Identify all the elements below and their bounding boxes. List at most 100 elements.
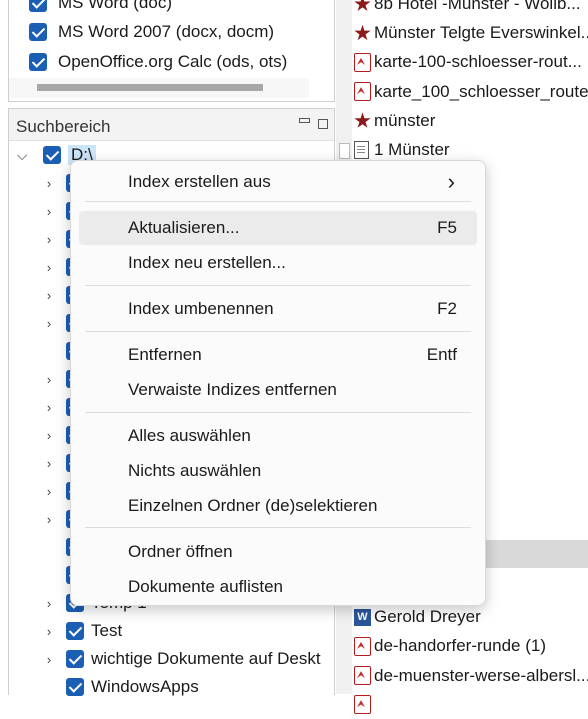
pdf-icon xyxy=(354,52,371,72)
filetype-label: MS Word (doc) xyxy=(58,0,172,12)
result-title: 1 Münster xyxy=(374,140,450,159)
tree-label: WindowsApps xyxy=(91,677,199,696)
filetype-panel: MS Word (doc) MS Word 2007 (docx, docm) … xyxy=(8,0,335,102)
chevron-right-icon[interactable]: › xyxy=(42,624,56,639)
checkbox-icon[interactable] xyxy=(66,650,84,668)
menu-item-shortcut: F2 xyxy=(437,299,457,318)
tree-row-wichtige[interactable]: › wichtige Dokumente auf Deskt xyxy=(42,645,321,673)
star-file-icon xyxy=(354,112,371,128)
chevron-right-icon[interactable]: › xyxy=(42,512,56,527)
tree-row-windowsapps[interactable]: ›WindowsApps xyxy=(42,673,199,701)
result-row[interactable]: 8b Hotel -Münster - Wollb... xyxy=(354,0,588,18)
pdf-icon xyxy=(354,666,371,686)
result-row[interactable]: de-muenster-werse-albersl... xyxy=(354,662,588,690)
maximize-icon[interactable] xyxy=(318,119,328,129)
result-title: münster xyxy=(374,110,436,130)
menu-item-label: Einzelnen Ordner (de)selektieren xyxy=(128,496,378,515)
filetype-item[interactable]: MS Word 2007 (docx, docm) xyxy=(29,17,274,47)
chevron-down-icon[interactable]: ⌵ xyxy=(15,147,29,163)
menu-item-label: Dokumente auflisten xyxy=(128,577,283,596)
menu-item-dokumente-auflisten[interactable]: Dokumente auflisten xyxy=(79,570,477,604)
chevron-right-icon[interactable]: › xyxy=(42,176,56,191)
result-row[interactable]: Münster Telgte Everswinkel... xyxy=(354,19,588,47)
document-icon xyxy=(354,141,369,159)
result-title: de-muenster-werse-albersl... xyxy=(374,665,588,685)
context-menu: Index erstellen aus › Aktualisieren... F… xyxy=(70,160,486,606)
checkbox-icon[interactable] xyxy=(29,0,47,12)
menu-item-nichts-auswaehlen[interactable]: Nichts auswählen xyxy=(79,454,477,488)
menu-item-einzelnen-ordner-selektieren[interactable]: Einzelnen Ordner (de)selektieren xyxy=(79,489,477,523)
menu-item-entfernen[interactable]: Entfernen Entf xyxy=(79,338,477,372)
menu-separator xyxy=(85,412,471,413)
chevron-right-icon[interactable]: › xyxy=(42,484,56,499)
chevron-right-icon[interactable]: › xyxy=(42,400,56,415)
splitter-handle[interactable] xyxy=(339,143,350,159)
menu-separator xyxy=(85,527,471,528)
star-file-icon xyxy=(354,24,371,41)
result-row[interactable]: münster xyxy=(354,107,588,135)
result-title: Gerold Dreyer xyxy=(374,607,481,627)
menu-item-ordner-oeffnen[interactable]: Ordner öffnen xyxy=(79,535,477,569)
filetype-item[interactable]: OpenOffice.org Calc (ods, ots) xyxy=(29,47,287,77)
menu-item-label: Verwaiste Indizes entfernen xyxy=(128,380,337,399)
result-title: karte-100-schloesser-rout... xyxy=(374,52,582,72)
menu-item-label: Alles auswählen xyxy=(128,426,251,445)
tree-row-test[interactable]: › Test xyxy=(42,617,122,645)
search-panel-header: Suchbereich xyxy=(9,109,334,141)
result-row[interactable] xyxy=(354,691,588,719)
pdf-icon xyxy=(354,695,371,715)
chevron-right-icon[interactable]: › xyxy=(42,652,56,667)
chevron-right-icon[interactable]: › xyxy=(42,596,56,611)
chevron-right-icon[interactable]: › xyxy=(42,232,56,247)
checkbox-icon[interactable] xyxy=(66,678,84,696)
menu-item-label: Nichts auswählen xyxy=(128,461,262,480)
chevron-right-icon[interactable]: › xyxy=(42,260,56,275)
chevron-right-icon: › xyxy=(447,169,455,194)
word-icon: W xyxy=(354,608,371,626)
menu-item-verwaiste-indizes-entfernen[interactable]: Verwaiste Indizes entfernen xyxy=(79,373,477,407)
menu-item-alles-auswaehlen[interactable]: Alles auswählen xyxy=(79,419,477,453)
pdf-icon xyxy=(354,82,371,102)
minimize-icon[interactable] xyxy=(299,118,310,123)
checkbox-icon[interactable] xyxy=(29,23,47,41)
menu-item-index-neu-erstellen[interactable]: Index neu erstellen... xyxy=(79,246,477,280)
checkbox-icon[interactable] xyxy=(43,146,61,164)
star-file-icon xyxy=(354,0,371,11)
chevron-right-icon[interactable]: › xyxy=(42,372,56,387)
result-row[interactable]: W Gerold Dreyer xyxy=(354,603,588,631)
result-row[interactable]: karte-100-schloesser-rout... xyxy=(354,48,588,76)
result-title: 8b Hotel -Münster - Wollb... xyxy=(374,0,581,13)
checkbox-icon[interactable] xyxy=(66,622,84,640)
horizontal-scrollbar-thumb[interactable] xyxy=(37,84,263,91)
result-title: Münster Telgte Everswinkel... xyxy=(374,23,588,43)
menu-item-label: Aktualisieren... xyxy=(128,218,240,237)
menu-item-label: Ordner öffnen xyxy=(128,542,233,561)
chevron-right-icon[interactable]: › xyxy=(42,316,56,331)
filetype-item[interactable]: MS Word (doc) xyxy=(29,0,172,18)
result-row[interactable]: karte_100_schloesser_route xyxy=(354,78,588,106)
chevron-right-icon[interactable]: › xyxy=(42,288,56,303)
horizontal-scrollbar-track[interactable] xyxy=(9,78,309,98)
menu-item-index-umbenennen[interactable]: Index umbenennen F2 xyxy=(79,292,477,326)
chevron-right-icon[interactable]: › xyxy=(42,204,56,219)
menu-item-aktualisieren[interactable]: Aktualisieren... F5 xyxy=(79,211,477,245)
chevron-right-icon[interactable]: › xyxy=(42,456,56,471)
menu-item-label: Index neu erstellen... xyxy=(128,253,286,272)
menu-item-shortcut: Entf xyxy=(426,345,457,364)
menu-item-index-erstellen-aus[interactable]: Index erstellen aus › xyxy=(79,165,477,199)
pdf-icon xyxy=(354,636,371,656)
result-row[interactable]: de-handorfer-runde (1) xyxy=(354,632,588,660)
result-title: karte_100_schloesser_route xyxy=(374,81,588,101)
menu-separator xyxy=(85,331,471,332)
menu-separator xyxy=(85,201,471,202)
search-panel-title: Suchbereich xyxy=(16,117,111,136)
chevron-right-icon[interactable]: › xyxy=(42,428,56,443)
menu-item-label: Index erstellen aus xyxy=(128,172,271,191)
checkbox-icon[interactable] xyxy=(29,53,47,71)
menu-item-label: Entfernen xyxy=(128,345,202,364)
menu-item-shortcut: F5 xyxy=(437,218,457,237)
filetype-label: MS Word 2007 (docx, docm) xyxy=(58,22,275,41)
tree-label: wichtige Dokumente auf Deskt xyxy=(91,649,321,668)
result-title: de-handorfer-runde (1) xyxy=(374,636,546,656)
tree-label: Test xyxy=(91,621,123,640)
